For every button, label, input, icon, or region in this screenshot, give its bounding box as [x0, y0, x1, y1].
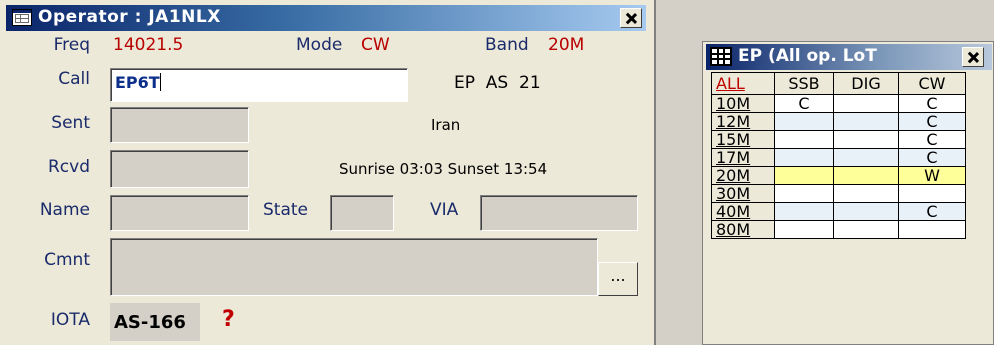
table-row: 10M C C [711, 94, 966, 113]
dig-cell [833, 184, 899, 203]
band-label[interactable]: 20M [711, 166, 775, 185]
cw-cell: C [898, 130, 966, 149]
freq-label: Freq [53, 35, 90, 55]
ep-status-window: EP (All op. LoT ALL SSB DIG CW 10M C C 1… [702, 41, 994, 345]
table-row: 12M C [711, 112, 966, 131]
band-label[interactable]: 12M [711, 112, 775, 131]
dig-cell [833, 94, 899, 113]
comment-options-button[interactable]: ... [598, 262, 638, 296]
ssb-cell: C [774, 94, 834, 113]
band-label[interactable]: 15M [711, 130, 775, 149]
cw-cell: C [898, 112, 966, 131]
header-cw[interactable]: CW [898, 72, 966, 95]
band-value: 20M [548, 35, 585, 55]
iota-value: AS-166 [114, 312, 186, 333]
table-row: 17M C [711, 148, 966, 167]
ep-close-button[interactable] [962, 47, 984, 67]
call-label: Call [58, 69, 90, 89]
grid-header-row: ALL SSB DIG CW [711, 72, 966, 95]
dig-cell [833, 166, 899, 185]
via-label: VIA [430, 200, 459, 220]
close-button[interactable] [620, 8, 642, 28]
name-label: Name [39, 200, 90, 220]
ssb-cell [774, 184, 834, 203]
iota-field: AS-166 [110, 303, 200, 341]
cw-cell [898, 220, 966, 239]
via-field[interactable] [480, 195, 638, 231]
band-label[interactable]: 80M [711, 220, 775, 239]
cw-cell [898, 184, 966, 203]
ssb-cell [774, 202, 834, 221]
ep-titlebar[interactable]: EP (All op. LoT [706, 44, 992, 70]
ssb-cell [774, 130, 834, 149]
header-dig[interactable]: DIG [833, 72, 899, 95]
cw-cell: W [898, 166, 966, 185]
dig-cell [833, 202, 899, 221]
state-label: State [263, 200, 308, 220]
band-label: Band [485, 35, 529, 55]
operator-titlebar[interactable]: Operator : JA1NLX [6, 5, 646, 31]
header-all[interactable]: ALL [711, 72, 775, 95]
rcvd-label: Rcvd [47, 157, 90, 177]
sent-label: Sent [51, 113, 90, 133]
call-value: EP6T [115, 73, 160, 92]
header-ssb[interactable]: SSB [774, 72, 834, 95]
ep-window-title: EP (All op. LoT [738, 46, 877, 66]
freq-value: 14021.5 [113, 35, 184, 55]
ssb-cell [774, 166, 834, 185]
sent-field[interactable] [110, 107, 249, 143]
comment-field[interactable] [110, 238, 598, 296]
sun-times: Sunrise 03:03 Sunset 13:54 [339, 160, 548, 178]
cw-cell: C [898, 148, 966, 167]
iota-help-icon[interactable]: ? [222, 307, 235, 332]
dig-cell [833, 130, 899, 149]
close-icon [968, 52, 979, 63]
name-field[interactable] [110, 195, 249, 231]
close-icon [626, 13, 637, 24]
band-label[interactable]: 40M [711, 202, 775, 221]
text-caret [159, 73, 161, 91]
logbook-icon [12, 9, 32, 26]
table-row: 30M [711, 184, 966, 203]
dig-cell [833, 112, 899, 131]
table-row: 20M W [711, 166, 966, 185]
ssb-cell [774, 148, 834, 167]
dig-cell [833, 220, 899, 239]
iota-label: IOTA [50, 310, 90, 330]
dig-cell [833, 148, 899, 167]
band-label[interactable]: 30M [711, 184, 775, 203]
table-row: 40M C [711, 202, 966, 221]
entity-info: EP AS 21 [454, 73, 541, 93]
cmnt-label: Cmnt [44, 250, 90, 270]
window-title: Operator : JA1NLX [38, 7, 221, 27]
state-field[interactable] [330, 195, 394, 231]
table-row: 15M C [711, 130, 966, 149]
operator-window: Operator : JA1NLX Freq 14021.5 Mode CW B… [0, 0, 656, 345]
table-row: 80M [711, 220, 966, 239]
call-input[interactable]: EP6T [110, 68, 408, 102]
mode-value: CW [361, 35, 390, 55]
cw-cell: C [898, 202, 966, 221]
band-label[interactable]: 10M [711, 94, 775, 113]
cw-cell: C [898, 94, 966, 113]
mode-label: Mode [296, 35, 343, 55]
band-mode-grid: ALL SSB DIG CW 10M C C 12M C 15M C 17M C… [711, 72, 966, 239]
ssb-cell [774, 112, 834, 131]
rcvd-field[interactable] [110, 150, 249, 188]
band-label[interactable]: 17M [711, 148, 775, 167]
country-name: Iran [431, 116, 461, 134]
ssb-cell [774, 220, 834, 239]
grid-icon [710, 47, 732, 66]
